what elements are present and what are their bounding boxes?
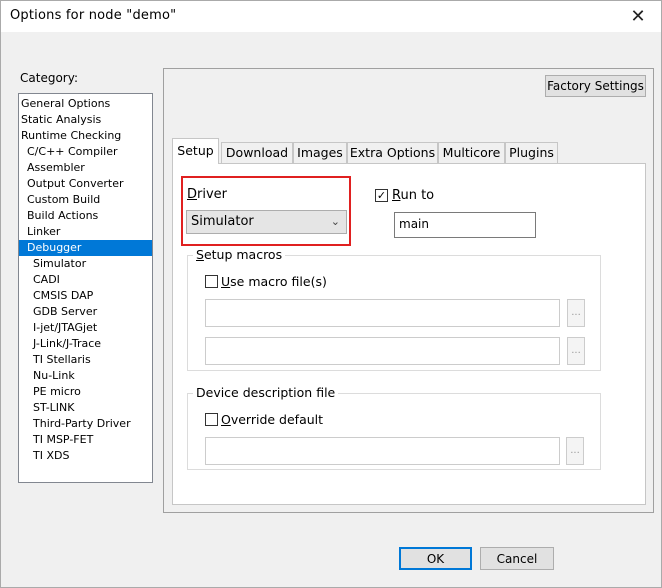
- tab-images[interactable]: Images: [293, 142, 347, 163]
- category-item-runtime-checking[interactable]: Runtime Checking: [19, 128, 152, 144]
- ok-button[interactable]: OK: [399, 547, 472, 570]
- category-item-gdb-server[interactable]: GDB Server: [19, 304, 152, 320]
- category-item-nu-link[interactable]: Nu-Link: [19, 368, 152, 384]
- tab-plugins[interactable]: Plugins: [505, 142, 558, 163]
- options-dialog: Options for node "demo" ✕ Category: Gene…: [0, 0, 662, 588]
- run-to-checkbox[interactable]: ✓: [375, 189, 388, 202]
- driver-label: Driver: [187, 187, 228, 202]
- use-macro-label: Use macro file(s): [221, 274, 327, 289]
- category-item-j-link-j-trace[interactable]: J-Link/J-Trace: [19, 336, 152, 352]
- category-item-c-cpp-compiler[interactable]: C/C++ Compiler: [19, 144, 152, 160]
- driver-select-value: Simulator: [191, 214, 254, 229]
- category-item-third-party-driver[interactable]: Third-Party Driver: [19, 416, 152, 432]
- close-icon[interactable]: ✕: [615, 1, 661, 32]
- setup-macros-title: Setup macros: [193, 247, 286, 262]
- category-item-ti-xds[interactable]: TI XDS: [19, 448, 152, 464]
- tab-extra-options[interactable]: Extra Options: [347, 142, 438, 163]
- category-item-i-jet-jtagjet[interactable]: I-jet/JTAGjet: [19, 320, 152, 336]
- category-item-output-converter[interactable]: Output Converter: [19, 176, 152, 192]
- run-to-label: Run to: [392, 188, 435, 203]
- category-item-ti-stellaris[interactable]: TI Stellaris: [19, 352, 152, 368]
- run-to-input[interactable]: main: [394, 212, 536, 238]
- cancel-button[interactable]: Cancel: [480, 547, 554, 570]
- category-item-cadi[interactable]: CADI: [19, 272, 152, 288]
- category-item-general-options[interactable]: General Options: [19, 96, 152, 112]
- override-default-checkbox[interactable]: [205, 413, 218, 426]
- category-label: Category:: [20, 71, 78, 85]
- tab-multicore[interactable]: Multicore: [438, 142, 505, 163]
- category-item-static-analysis[interactable]: Static Analysis: [19, 112, 152, 128]
- macro-file-input-1[interactable]: [205, 299, 560, 327]
- factory-settings-button[interactable]: Factory Settings: [545, 75, 646, 97]
- category-item-ti-msp-fet[interactable]: TI MSP-FET: [19, 432, 152, 448]
- category-item-st-link[interactable]: ST-LINK: [19, 400, 152, 416]
- category-item-debugger[interactable]: Debugger: [19, 240, 152, 256]
- tab-download[interactable]: Download: [221, 142, 293, 163]
- title-bar: Options for node "demo" ✕: [1, 1, 661, 32]
- chevron-down-icon: ⌄: [330, 215, 340, 228]
- category-item-build-actions[interactable]: Build Actions: [19, 208, 152, 224]
- category-item-linker[interactable]: Linker: [19, 224, 152, 240]
- category-list[interactable]: General Options Static Analysis Runtime …: [18, 93, 153, 483]
- tab-setup[interactable]: Setup: [172, 138, 219, 164]
- use-macro-checkbox[interactable]: [205, 275, 218, 288]
- category-item-assembler[interactable]: Assembler: [19, 160, 152, 176]
- category-item-pe-micro[interactable]: PE micro: [19, 384, 152, 400]
- browse-device-button[interactable]: ...: [566, 437, 584, 465]
- category-item-cmsis-dap[interactable]: CMSIS DAP: [19, 288, 152, 304]
- browse-macro-button-2[interactable]: ...: [567, 337, 585, 365]
- category-item-simulator[interactable]: Simulator: [19, 256, 152, 272]
- checkmark-icon: ✓: [376, 189, 387, 202]
- driver-select[interactable]: Simulator ⌄: [186, 210, 347, 234]
- override-default-label: Override default: [221, 412, 324, 427]
- browse-macro-button-1[interactable]: ...: [567, 299, 585, 327]
- macro-file-input-2[interactable]: [205, 337, 560, 365]
- window-title: Options for node "demo": [10, 8, 177, 23]
- category-item-custom-build[interactable]: Custom Build: [19, 192, 152, 208]
- device-file-input[interactable]: [205, 437, 560, 465]
- device-description-title: Device description file: [193, 385, 339, 400]
